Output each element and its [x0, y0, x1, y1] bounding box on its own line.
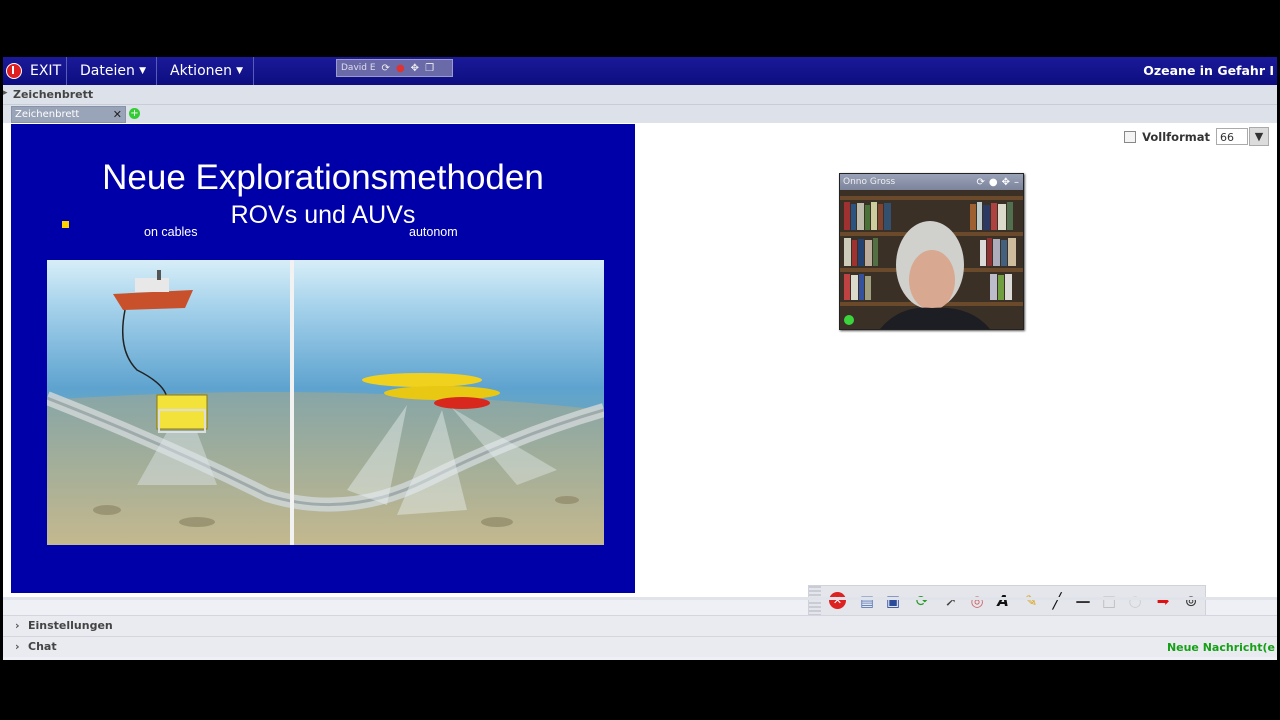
- lasso-icon[interactable]: ◎: [967, 591, 987, 611]
- user-chip-name: David E: [341, 63, 376, 73]
- stamp-icon[interactable]: ⊚: [1181, 591, 1201, 611]
- participant-name: Onno Gross: [843, 177, 896, 187]
- tab-label: Zeichenbrett: [15, 109, 80, 120]
- menu-dateien-label: Dateien: [80, 63, 135, 79]
- toolbar-drag-handle[interactable]: [809, 586, 821, 617]
- whiteboard-canvas[interactable]: Vollformat 66 ▼ Neue Explorationsmethode…: [3, 123, 1277, 618]
- close-icon[interactable]: ✕: [113, 108, 122, 121]
- new-page-icon[interactable]: ▤: [857, 591, 877, 611]
- refresh-icon[interactable]: ⟳: [976, 177, 984, 188]
- pencil-icon[interactable]: ✎: [1021, 591, 1041, 611]
- refresh-icon[interactable]: ⟳: [912, 591, 932, 611]
- save-icon[interactable]: ▣: [883, 591, 903, 611]
- zoom-input[interactable]: 66: [1216, 128, 1248, 145]
- vollformat-label: Vollformat: [1142, 129, 1210, 144]
- video-window[interactable]: Onno Gross ⟳ ● ✥ –: [839, 173, 1024, 330]
- user-chip[interactable]: David E ⟳ ● ✥ ❐: [336, 59, 453, 77]
- chat-panel-header[interactable]: › Chat Neue Nachricht(e: [3, 636, 1277, 657]
- thick-line-icon[interactable]: —: [1073, 591, 1093, 611]
- whiteboard-panel-header[interactable]: ▸ Zeichenbrett: [3, 85, 1277, 105]
- move-icon[interactable]: ✥: [411, 63, 419, 74]
- exit-button[interactable]: EXIT: [3, 57, 67, 85]
- microphone-icon[interactable]: ●: [396, 63, 405, 74]
- panel-title: Zeichenbrett: [13, 88, 94, 101]
- chevron-down-icon: ▼: [139, 66, 146, 76]
- rov-auv-illustration: [47, 260, 604, 545]
- menu-aktionen-label: Aktionen: [170, 63, 232, 79]
- einstellungen-label: Einstellungen: [28, 619, 113, 632]
- rectangle-icon[interactable]: □: [1099, 591, 1119, 611]
- microphone-icon[interactable]: ●: [989, 177, 998, 188]
- tab-bar: Zeichenbrett ✕ +: [3, 105, 1277, 123]
- text-icon[interactable]: A: [993, 591, 1013, 611]
- pointer-icon[interactable]: ➚: [941, 591, 961, 611]
- vollformat-checkbox[interactable]: [1124, 130, 1137, 143]
- separator: [3, 597, 1277, 600]
- chevron-down-icon[interactable]: ▼: [1249, 127, 1269, 146]
- chevron-right-icon[interactable]: ▸: [3, 88, 8, 98]
- line-icon[interactable]: ╱: [1047, 591, 1067, 611]
- chevron-right-icon: ›: [15, 619, 20, 632]
- new-message-notice[interactable]: Neue Nachricht(e: [1167, 641, 1275, 654]
- video-controls: ⟳ ● ✥ –: [976, 177, 1019, 188]
- tab-zeichenbrett[interactable]: Zeichenbrett ✕: [11, 106, 126, 123]
- ellipse-icon[interactable]: ○: [1125, 591, 1145, 611]
- refresh-icon[interactable]: ⟳: [382, 63, 390, 74]
- drawing-toolbar: ✕ ▤ ▣ ⟳ ➚ ◎ A ✎ ╱ — □ ○ ➡ ⊚: [808, 585, 1206, 618]
- restore-window-icon[interactable]: ❐: [425, 63, 434, 74]
- menu-bar: EXIT Dateien ▼ Aktionen ▼ David E ⟳ ● ✥ …: [3, 57, 1277, 85]
- add-tab-icon[interactable]: +: [129, 108, 140, 119]
- app-title: Ozeane in Gefahr I: [1143, 63, 1274, 78]
- app-window: EXIT Dateien ▼ Aktionen ▼ David E ⟳ ● ✥ …: [3, 57, 1277, 660]
- power-icon: [6, 63, 22, 79]
- einstellungen-panel-header[interactable]: › Einstellungen: [3, 615, 1277, 636]
- chevron-right-icon: ›: [15, 640, 20, 653]
- menu-aktionen[interactable]: Aktionen ▼: [158, 57, 254, 85]
- chevron-down-icon: ▼: [236, 66, 243, 76]
- webcam-feed: [840, 190, 1023, 329]
- exit-label: EXIT: [30, 63, 62, 79]
- slide-subtitle: ROVs und AUVs: [230, 201, 416, 229]
- chat-label: Chat: [28, 640, 57, 653]
- slide-title: Neue Explorationsmethoden: [102, 158, 544, 197]
- label-on-cables: on cables: [144, 225, 198, 239]
- close-icon[interactable]: ✕: [829, 592, 846, 609]
- presentation-slide: Neue Explorationsmethoden ROVs und AUVs …: [11, 124, 635, 593]
- menu-dateien[interactable]: Dateien ▼: [68, 57, 157, 85]
- vollformat-control: Vollformat 66 ▼: [1124, 127, 1269, 146]
- minimize-icon[interactable]: –: [1014, 177, 1019, 188]
- bullet-marker: [62, 221, 69, 228]
- arrow-icon[interactable]: ➡: [1153, 591, 1173, 611]
- label-autonom: autonom: [409, 225, 458, 239]
- move-icon[interactable]: ✥: [1002, 177, 1010, 188]
- video-titlebar[interactable]: Onno Gross ⟳ ● ✥ –: [840, 174, 1023, 190]
